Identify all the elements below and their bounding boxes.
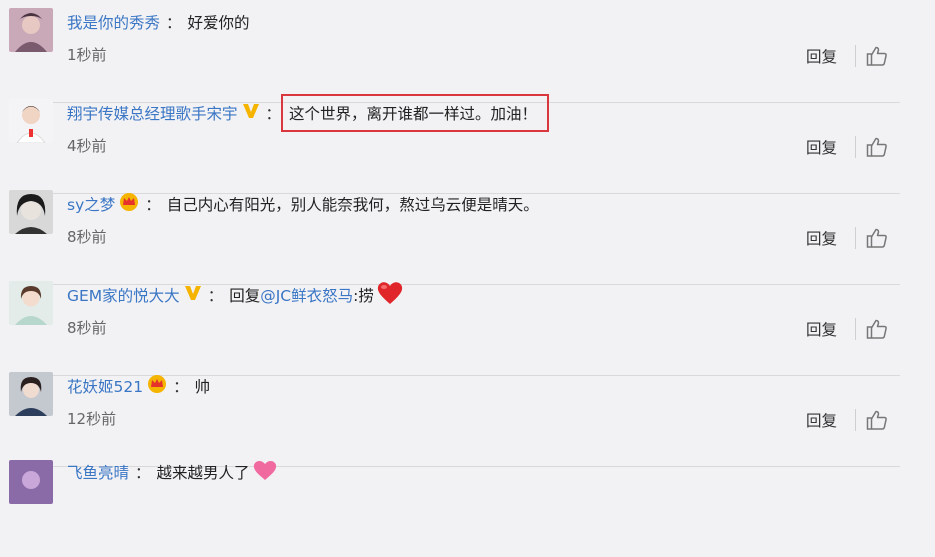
comment-text: 帅 — [194, 378, 211, 396]
comment-list: 我是你的秀秀 ： 好爱你的 1秒前 回复 翔宇传媒总经理歌手宋宇 ： 这个世界，… — [0, 0, 935, 504]
timestamp: 1秒前 — [67, 46, 107, 64]
action-divider — [855, 409, 856, 431]
crown-member-icon — [147, 374, 167, 398]
reply-button[interactable]: 回复 — [806, 227, 837, 249]
username-link[interactable]: 飞鱼亮晴 — [67, 461, 129, 483]
comment-item: GEM家的悦大大 ： 回复 @JC鲜衣怒马 :捞 8秒前 回复 — [0, 280, 935, 376]
comment-item: 花妖姬521 ： 帅 12秒前 回复 — [0, 372, 935, 467]
comment-text: 好爱你的 — [187, 14, 250, 32]
colon: ： — [207, 287, 224, 305]
comment-line: 花妖姬521 ： 帅 — [67, 374, 210, 398]
username-link[interactable]: GEM家的悦大大 — [67, 284, 180, 306]
thumbs-up-icon[interactable] — [866, 318, 888, 340]
reply-button[interactable]: 回复 — [806, 45, 837, 67]
thumbs-up-icon[interactable] — [866, 227, 888, 249]
mention-link[interactable]: @JC鲜衣怒马 — [260, 284, 353, 306]
reply-button[interactable]: 回复 — [806, 409, 837, 431]
avatar[interactable] — [9, 460, 53, 504]
comment-text: :捞 — [353, 287, 374, 305]
username-link[interactable]: sy之梦 — [67, 193, 115, 215]
reply-button[interactable]: 回复 — [806, 136, 837, 158]
comment-item: 我是你的秀秀 ： 好爱你的 1秒前 回复 — [0, 8, 935, 103]
verified-v-icon — [242, 103, 260, 123]
avatar[interactable] — [9, 99, 53, 143]
action-divider — [855, 318, 856, 340]
avatar[interactable] — [9, 190, 53, 234]
comment-line: 飞鱼亮晴 ： 越来越男人了 — [67, 460, 278, 484]
thumbs-up-icon[interactable] — [866, 45, 888, 67]
username-link[interactable]: 我是你的秀秀 — [67, 11, 160, 33]
avatar[interactable] — [9, 281, 53, 325]
timestamp: 8秒前 — [67, 228, 107, 246]
red-heart-icon — [376, 280, 404, 310]
verified-v-icon — [184, 285, 202, 305]
comment-line: 翔宇传媒总经理歌手宋宇 ： 这个世界，离开谁都一样过。加油！ — [67, 94, 550, 132]
avatar[interactable] — [9, 8, 53, 52]
username-link[interactable]: 翔宇传媒总经理歌手宋宇 — [67, 102, 238, 124]
comment-line: 我是你的秀秀 ： 好爱你的 — [67, 10, 250, 34]
colon: ： — [145, 196, 161, 214]
colon: ： — [173, 378, 189, 396]
thumbs-up-icon[interactable] — [866, 136, 888, 158]
crown-member-icon — [119, 192, 139, 216]
comment-line: GEM家的悦大大 ： 回复 @JC鲜衣怒马 :捞 — [67, 280, 404, 310]
timestamp: 12秒前 — [67, 410, 117, 428]
action-divider — [855, 45, 856, 67]
pink-heart-icon — [252, 459, 278, 485]
colon: ： — [166, 14, 182, 32]
comment-item: 飞鱼亮晴 ： 越来越男人了 — [0, 460, 935, 557]
reply-prefix: 回复 — [229, 287, 261, 305]
action-divider — [855, 136, 856, 158]
comment-line: sy之梦 ： 自己内心有阳光，别人能奈我何，熬过乌云便是晴天。 — [67, 192, 539, 216]
comment-text: 越来越男人了 — [156, 464, 250, 482]
thumbs-up-icon[interactable] — [866, 409, 888, 431]
username-link[interactable]: 花妖姬521 — [67, 375, 143, 397]
avatar[interactable] — [9, 372, 53, 416]
highlighted-comment-text: 这个世界，离开谁都一样过。加油！ — [281, 94, 550, 132]
reply-button[interactable]: 回复 — [806, 318, 837, 340]
timestamp: 4秒前 — [67, 137, 107, 155]
colon: ： — [135, 464, 151, 482]
colon: ： — [265, 105, 282, 123]
comment-item: sy之梦 ： 自己内心有阳光，别人能奈我何，熬过乌云便是晴天。 8秒前 回复 — [0, 190, 935, 285]
comment-item: 翔宇传媒总经理歌手宋宇 ： 这个世界，离开谁都一样过。加油！ 4秒前 回复 — [0, 94, 935, 194]
action-divider — [855, 227, 856, 249]
timestamp: 8秒前 — [67, 319, 107, 337]
comment-text: 自己内心有阳光，别人能奈我何，熬过乌云便是晴天。 — [166, 196, 539, 214]
